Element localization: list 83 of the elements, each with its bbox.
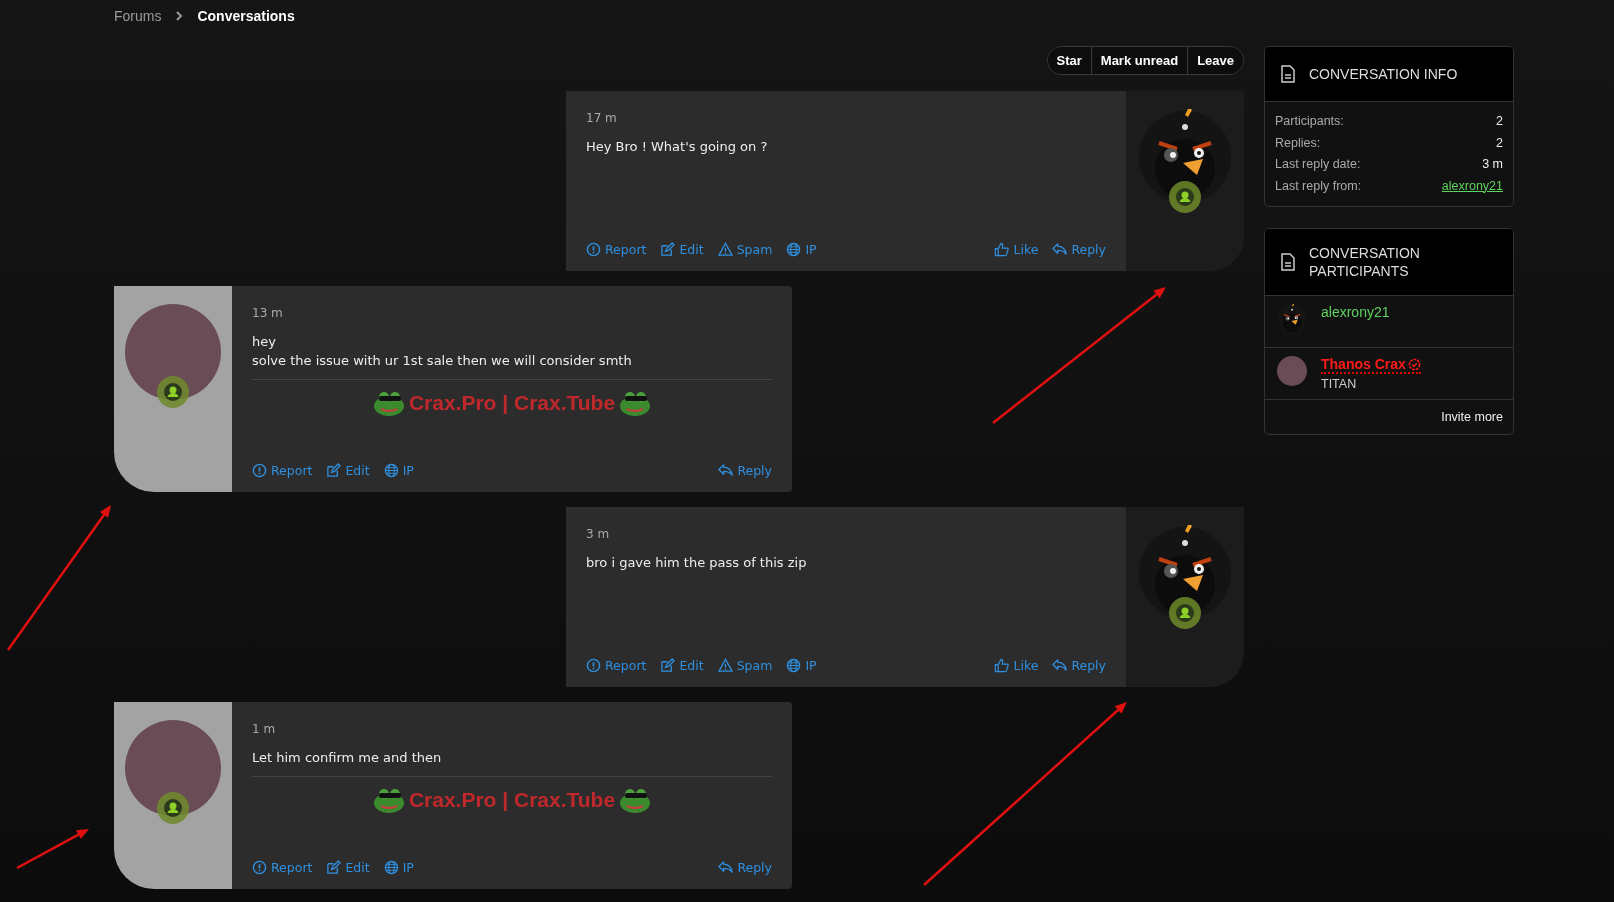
signature-text: Crax.Pro | Crax.Tube <box>408 391 616 415</box>
participant-name[interactable]: alexrony21 <box>1321 304 1390 320</box>
action-link[interactable]: Edit <box>660 242 704 257</box>
pencil-square-icon <box>660 658 676 673</box>
action-button[interactable]: Leave <box>1187 47 1243 74</box>
reply-arrow-icon <box>1052 658 1068 673</box>
info-value: 3 m <box>1482 156 1503 173</box>
message-text: Hey Bro ! What's going on ? <box>586 138 769 156</box>
globe-icon <box>786 658 802 673</box>
action-link[interactable]: Spam <box>717 658 773 673</box>
thumbs-up-icon <box>994 658 1010 673</box>
info-label: Last reply date: <box>1275 156 1361 173</box>
message-time: 13 m <box>252 306 284 320</box>
message-time: 3 m <box>586 527 611 541</box>
action-link[interactable]: Reply <box>1052 658 1106 673</box>
action-link[interactable]: Report <box>252 463 313 478</box>
warning-triangle-icon <box>717 242 733 257</box>
reply-arrow-icon <box>718 463 734 478</box>
alert-circle-icon <box>586 242 601 257</box>
alert-circle-icon <box>586 658 601 673</box>
info-value: 2 <box>1496 134 1503 152</box>
action-link[interactable]: Edit <box>660 658 704 673</box>
globe-icon <box>786 242 802 257</box>
chevron-icon <box>175 11 184 21</box>
action-link[interactable]: Spam <box>717 242 773 257</box>
info-label: Replies: <box>1275 134 1321 152</box>
info-value: 2 <box>1496 113 1503 130</box>
signature-text: Crax.Pro | Crax.Tube <box>408 788 616 812</box>
document-icon <box>1281 253 1295 271</box>
message-text: bro i gave him the pass of this zip <box>586 554 808 572</box>
pencil-square-icon <box>326 860 342 875</box>
action-link[interactable]: Report <box>586 242 647 257</box>
panel-title: CONVERSATION INFO <box>1309 65 1458 83</box>
action-link[interactable]: Report <box>586 658 647 673</box>
avatar-photo-placeholder <box>1277 356 1307 386</box>
user-title: TITAN <box>1321 377 1358 391</box>
info-label: Participants: <box>1275 113 1344 130</box>
warning-triangle-icon <box>717 658 733 673</box>
online-badge-icon <box>157 376 189 408</box>
action-link[interactable]: Reply <box>718 860 772 875</box>
user-link[interactable]: alexrony21 <box>1441 175 1503 197</box>
pencil-square-icon <box>326 463 342 478</box>
action-link[interactable]: Edit <box>326 860 370 875</box>
action-link[interactable]: Edit <box>326 463 370 478</box>
online-badge-icon <box>1169 181 1201 213</box>
message-time: 1 m <box>252 722 277 736</box>
panel-title: CONVERSATION PARTICIPANTS <box>1309 244 1421 280</box>
participant-name[interactable]: Thanos Crax <box>1321 356 1421 374</box>
action-link[interactable]: Reply <box>1052 242 1106 257</box>
action-link[interactable]: Like <box>994 242 1039 257</box>
message-time: 17 m <box>586 111 618 125</box>
message-text: solve the issue with ur 1st sale then we will consider smth <box>252 352 633 370</box>
action-link[interactable]: IP <box>786 658 817 673</box>
online-badge-icon <box>1169 597 1201 629</box>
action-button[interactable]: Star <box>1047 47 1091 74</box>
alert-circle-icon <box>252 463 267 478</box>
online-badge-icon <box>157 792 189 824</box>
document-icon <box>1281 65 1295 83</box>
message-text: Let him confirm me and then <box>252 749 443 767</box>
reply-arrow-icon <box>718 860 734 875</box>
reply-arrow-icon <box>1052 242 1068 257</box>
action-link[interactable]: IP <box>383 463 414 478</box>
action-link[interactable]: Like <box>994 658 1039 673</box>
invite-link[interactable]: Invite more <box>1441 410 1503 424</box>
action-link[interactable]: Report <box>252 860 313 875</box>
action-button[interactable]: Mark unread <box>1090 47 1188 74</box>
thumbs-up-icon <box>994 242 1010 257</box>
globe-icon <box>383 860 399 875</box>
action-link[interactable]: IP <box>383 860 414 875</box>
frog-icon <box>619 787 652 813</box>
alert-circle-icon <box>252 860 267 875</box>
pencil-square-icon <box>660 242 676 257</box>
action-link[interactable]: IP <box>786 242 817 257</box>
globe-icon <box>383 463 399 478</box>
frog-icon <box>619 390 652 416</box>
info-label: Last reply from: <box>1275 177 1362 195</box>
message-text: hey <box>252 333 277 351</box>
breadcrumb-link[interactable]: Conversations <box>197 8 295 24</box>
action-link[interactable]: Reply <box>718 463 772 478</box>
frog-icon <box>372 787 405 813</box>
frog-icon <box>372 390 405 416</box>
verified-check-icon <box>1407 357 1421 371</box>
breadcrumb-link[interactable]: Forums <box>114 8 162 24</box>
